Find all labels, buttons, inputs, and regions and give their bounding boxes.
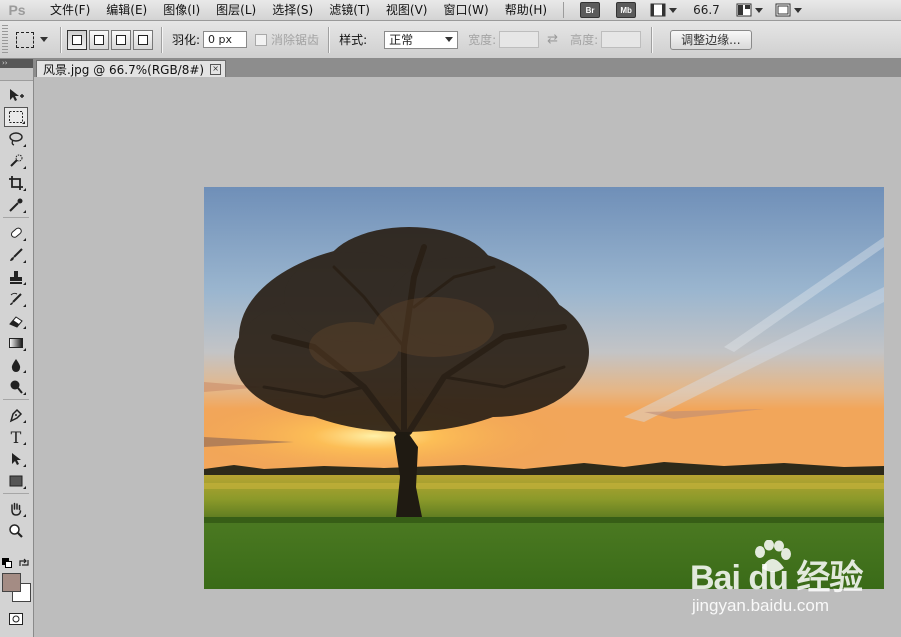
eraser-tool-icon[interactable] [4,311,28,331]
swap-colors-icon[interactable] [18,557,30,572]
antialias-label: 消除锯齿 [271,33,320,47]
zoom-tool-icon[interactable] [4,521,28,541]
feather-input[interactable]: 0 px [203,31,248,48]
quick-mask-icon[interactable] [4,609,28,629]
menu-separator [563,2,565,18]
menu-select[interactable]: 选择(S) [264,0,321,20]
document-tab-bar: 风景.jpg @ 66.7%(RGB/8#) × [34,59,901,78]
clone-stamp-tool-icon[interactable] [4,267,28,287]
film-strip-icon [650,3,666,17]
add-to-selection-button[interactable] [89,29,109,50]
menu-layer[interactable]: 图层(L) [208,0,264,20]
bridge-button[interactable]: Br [580,2,601,18]
type-tool-icon[interactable]: T [4,427,28,447]
chevron-down-icon [754,7,763,13]
height-input[interactable] [601,31,642,48]
menu-help[interactable]: 帮助(H) [497,0,555,20]
arrange-documents-button[interactable] [736,3,763,17]
mini-bridge-button[interactable]: Mb [616,2,637,18]
path-selection-tool-icon[interactable] [4,449,28,469]
width-label: 宽度: [468,33,497,47]
screen-mode-icon [775,3,791,17]
tools-panel-grip[interactable] [0,68,33,81]
zoom-level[interactable]: 66.7 [693,3,720,17]
close-icon[interactable]: × [210,64,222,75]
lasso-tool-icon[interactable] [4,129,28,149]
arrange-icon [736,3,752,17]
menu-window[interactable]: 窗口(W) [435,0,496,20]
dodge-tool-icon[interactable] [4,377,28,397]
divider [328,26,330,53]
foreground-color-swatch[interactable] [2,573,21,592]
color-swatches [2,573,32,605]
tool-preset-chevron-icon[interactable] [40,37,48,42]
chevron-down-icon [445,37,454,42]
quick-selection-tool-icon[interactable] [4,151,28,171]
chevron-down-icon [669,7,678,13]
menu-edit[interactable]: 编辑(E) [98,0,155,20]
height-label: 高度: [570,33,599,47]
menu-image[interactable]: 图像(I) [155,0,208,20]
tree-sunset-image [204,187,884,589]
subtract-selection-icon [116,34,126,45]
watermark-url: jingyan.baidu.com [692,596,830,615]
eyedropper-tool-icon[interactable] [4,195,28,215]
document-tab-title: 风景.jpg @ 66.7%(RGB/8#) [43,63,205,77]
watermark-brand: Bai du 经验 [690,559,863,597]
width-input[interactable] [499,31,540,48]
antialias-checkbox[interactable] [255,33,268,46]
photoshop-logo: Ps [8,2,26,18]
hand-tool-icon[interactable] [4,499,28,519]
add-selection-icon [94,34,104,45]
options-bar: 羽化: 0 px 消除锯齿 样式: 正常 宽度: ⇄ 高度: 调整边缘... [0,21,901,59]
options-bar-grip[interactable] [2,24,8,55]
new-selection-button[interactable] [67,29,87,50]
style-label: 样式: [339,33,368,47]
menu-filter[interactable]: 滤镜(T) [321,0,378,20]
tools-panel-collapse-icon[interactable]: ›› [0,59,33,68]
style-select-value: 正常 [389,33,414,47]
divider [651,26,653,53]
brush-tool-icon[interactable] [4,245,28,265]
feather-label: 羽化: [172,33,201,47]
swap-width-height-icon[interactable]: ⇄ [547,32,558,47]
gradient-tool-icon[interactable] [4,333,28,353]
extras-menu-button[interactable] [650,3,678,17]
style-select[interactable]: 正常 [384,30,459,49]
rectangular-marquee-icon[interactable] [16,31,34,48]
screen-mode-button[interactable] [775,3,802,17]
baidu-jingyan-watermark: Bai du 经验 jingyan.baidu.com [690,540,895,620]
menu-bar: Ps 文件(F) 编辑(E) 图像(I) 图层(L) 选择(S) 滤镜(T) 视… [0,0,901,21]
intersect-selection-icon [138,34,148,45]
crop-tool-icon[interactable] [4,173,28,193]
move-tool-icon[interactable] [4,85,28,105]
blur-tool-icon[interactable] [4,355,28,375]
healing-brush-tool-icon[interactable] [4,223,28,243]
pen-tool-icon[interactable] [4,405,28,425]
landscape-photo[interactable] [204,187,884,589]
history-brush-tool-icon[interactable] [4,289,28,309]
default-colors-icon[interactable] [2,557,12,568]
rectangular-marquee-tool-icon[interactable] [4,107,28,127]
document-tab[interactable]: 风景.jpg @ 66.7%(RGB/8#) × [36,60,227,78]
new-selection-icon [72,34,82,45]
tools-panel: ›› T [0,59,34,637]
refine-edge-button[interactable]: 调整边缘... [670,29,752,50]
menu-view[interactable]: 视图(V) [378,0,436,20]
divider [161,26,162,53]
divider [60,26,61,53]
chevron-down-icon [793,7,802,13]
intersect-selection-button[interactable] [133,29,153,50]
menu-file[interactable]: 文件(F) [42,0,98,20]
rectangle-tool-icon[interactable] [4,471,28,491]
subtract-from-selection-button[interactable] [111,29,131,50]
